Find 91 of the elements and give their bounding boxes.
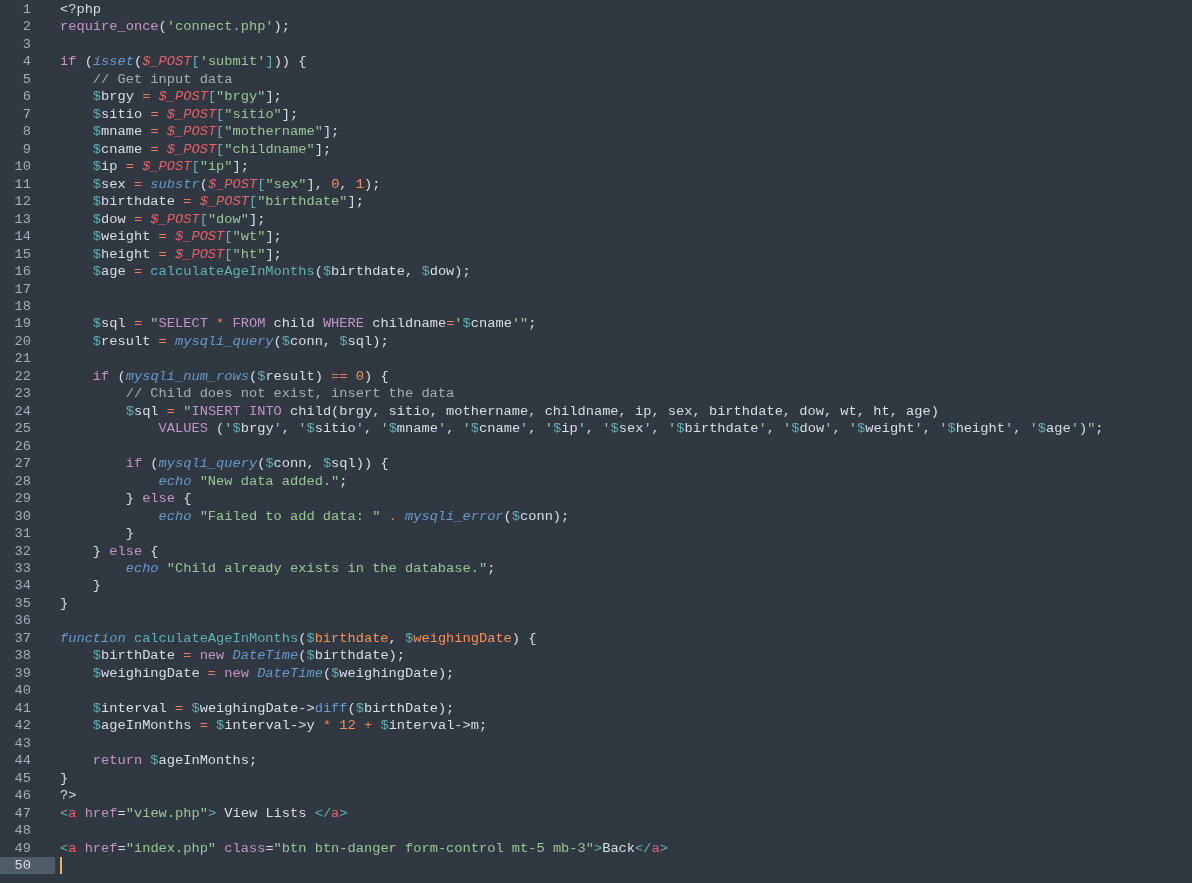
line-number: 9 <box>21 140 32 159</box>
line-number: 32 <box>13 542 32 560</box>
line-number: 7 <box>21 105 32 124</box>
line-number: 10 <box>13 158 32 176</box>
line-number: 45 <box>13 769 32 788</box>
code-line: VALUES ('$brgy', '$sitio', '$mname', '$cname', '$ip', '$sex', '$birthdate', '$dow', '$weight', '$height', '$age')"; <box>157 420 1104 438</box>
line-number: 12 <box>13 193 32 211</box>
line-number: 28 <box>13 472 32 491</box>
code-line: $ip = $_POST["ip"]; <box>91 158 249 176</box>
line-number: 49 <box>13 839 32 857</box>
line-number: 50 <box>0 856 55 875</box>
code-line: $sitio = $_POST["sitio"]; <box>91 105 299 124</box>
line-number: 42 <box>13 717 32 735</box>
line-number: 38 <box>13 647 32 665</box>
code-line: $birthdate = $_POST["birthdate"]; <box>91 193 364 211</box>
line-number: 40 <box>13 682 32 700</box>
line-number: 21 <box>13 350 32 368</box>
line-number: 24 <box>13 402 32 421</box>
line-number: 20 <box>13 332 32 351</box>
line-number: 8 <box>21 123 32 141</box>
code-line: $birthDate = new DateTime($birthdate); <box>91 647 406 665</box>
code-line: } <box>91 577 102 595</box>
code-line: <?php <box>60 1 102 19</box>
code-line: $result = mysqli_query($conn, $sql); <box>91 332 389 351</box>
code-line: $brgy = $_POST["brgy"]; <box>91 88 282 106</box>
line-number: 35 <box>13 594 32 613</box>
code-line: } <box>60 594 69 613</box>
code-line: } <box>60 769 69 788</box>
line-number: 18 <box>13 297 32 316</box>
line-number: 29 <box>13 490 32 508</box>
line-number: 13 <box>13 210 32 229</box>
code-line: $sql = "INSERT INTO child(brgy, sitio, mothername, childname, ip, sex, birthdate, dow, wt, ht, age) <box>124 402 939 421</box>
line-number: 11 <box>13 175 32 194</box>
line-number: 41 <box>13 699 32 718</box>
line-number: 22 <box>13 367 32 386</box>
code-line: $sql = "SELECT * FROM child WHERE childname='$cname'"; <box>91 315 537 333</box>
code-line: $ageInMonths = $interval->y * 12 + $interval->m; <box>91 717 488 735</box>
line-number: 14 <box>13 228 32 246</box>
line-number: 43 <box>13 734 32 753</box>
code-line: } <box>124 525 134 543</box>
code-line: ?> <box>60 787 77 805</box>
code-line: } else { <box>91 542 159 560</box>
code-line: $mname = $_POST["mothername"]; <box>91 123 340 141</box>
code-line: } else { <box>124 490 192 508</box>
line-number: 3 <box>21 35 32 54</box>
line-number: 4 <box>21 53 32 71</box>
code-line: <a href="index.php" class="btn btn-danger form-control mt-5 mb-3">Back</a> <box>60 839 668 857</box>
line-number: 46 <box>13 787 32 805</box>
code-line: // Child does not exist, insert the data <box>124 385 455 403</box>
code-line: $dow = $_POST["dow"]; <box>91 210 266 229</box>
line-number: 33 <box>13 560 32 578</box>
code-line: if (mysqli_query($conn, $sql)) { <box>124 455 389 473</box>
line-number: 48 <box>13 822 32 840</box>
line-number: 26 <box>13 437 32 456</box>
code-line: if (isset($_POST['submit'])) { <box>60 53 307 71</box>
code-line: require_once('connect.php'); <box>60 18 290 36</box>
line-number: 31 <box>13 525 32 543</box>
code-line: $height = $_POST["ht"]; <box>91 245 282 264</box>
code-line: return $ageInMonths; <box>91 752 258 770</box>
code-line: <a href="view.php"> View Lists </a> <box>60 804 348 823</box>
line-number: 2 <box>21 18 32 36</box>
line-number: 15 <box>13 245 32 264</box>
code-line: if (mysqli_num_rows($result) == 0) { <box>91 367 389 386</box>
line-number: 44 <box>13 752 32 770</box>
code-line: $weighingDate = new DateTime($weighingDate); <box>91 664 455 683</box>
code-line: $age = calculateAgeInMonths($birthdate, $dow); <box>91 263 471 281</box>
line-number: 47 <box>13 804 32 823</box>
text-cursor <box>60 856 62 875</box>
code-line: $interval = $weighingDate->diff($birthDate); <box>91 699 455 718</box>
code-line: function calculateAgeInMonths($birthdate, $weighingDate) { <box>60 629 537 648</box>
code-line: $sex = substr($_POST["sex"], 0, 1); <box>91 175 381 194</box>
line-number: 23 <box>13 385 32 403</box>
code-line: echo "Failed to add data: " . mysqli_error($conn); <box>157 507 570 526</box>
line-number: 39 <box>13 664 32 683</box>
code-line: $weight = $_POST["wt"]; <box>91 228 282 246</box>
code-line: // Get input data <box>91 70 233 89</box>
line-number: 36 <box>13 612 32 630</box>
code-line: echo "Child already exists in the database."; <box>124 560 496 578</box>
line-number: 5 <box>21 70 32 89</box>
line-number: 1 <box>21 1 32 19</box>
line-number: 37 <box>13 629 32 648</box>
line-number: 16 <box>13 263 32 281</box>
line-number: 19 <box>13 315 32 333</box>
line-number: 25 <box>13 420 32 438</box>
line-number: 30 <box>13 507 32 526</box>
line-number: 6 <box>21 88 32 106</box>
line-number: 17 <box>13 280 32 298</box>
line-number: 27 <box>13 455 32 473</box>
code-line: echo "New data added."; <box>157 472 348 491</box>
code-line: $cname = $_POST["childname"]; <box>91 140 332 159</box>
line-number: 34 <box>13 577 32 595</box>
